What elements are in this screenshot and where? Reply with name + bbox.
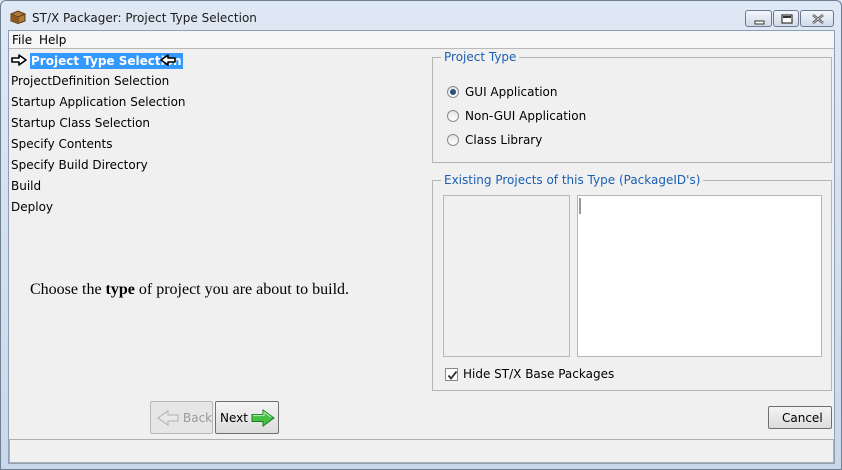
existing-projects-legend: Existing Projects of this Type (PackageI… bbox=[441, 173, 704, 187]
hide-base-packages-label: Hide ST/X Base Packages bbox=[463, 367, 615, 381]
back-button-label: Back bbox=[183, 411, 213, 425]
text-caret bbox=[579, 198, 581, 214]
project-type-legend: Project Type bbox=[441, 50, 520, 64]
arrow-left-icon bbox=[157, 410, 179, 426]
window-title: ST/X Packager: Project Type Selection bbox=[32, 11, 257, 25]
menu-help[interactable]: Help bbox=[39, 33, 66, 47]
step-startup-application-selection[interactable]: Startup Application Selection bbox=[11, 94, 186, 110]
package-list-pane[interactable] bbox=[577, 195, 822, 357]
maximize-button[interactable] bbox=[773, 10, 799, 27]
step-specify-build-directory[interactable]: Specify Build Directory bbox=[11, 157, 148, 173]
arrow-right-icon bbox=[11, 54, 27, 66]
minimize-button[interactable] bbox=[745, 10, 772, 27]
radio-button[interactable] bbox=[447, 86, 459, 98]
project-type-group: Project Type GUI Application Non-GUI App… bbox=[432, 50, 832, 163]
radio-label: Non-GUI Application bbox=[465, 109, 587, 123]
step-specify-contents[interactable]: Specify Contents bbox=[11, 136, 112, 152]
hint-emphasis: type bbox=[105, 281, 135, 298]
close-button[interactable] bbox=[800, 10, 834, 27]
hide-base-packages-checkbox[interactable] bbox=[445, 368, 458, 381]
next-button[interactable]: Next bbox=[215, 401, 279, 434]
client-area: File Help Project Type Selection Project… bbox=[8, 30, 835, 464]
arrow-right-icon bbox=[251, 409, 275, 427]
existing-projects-group: Existing Projects of this Type (PackageI… bbox=[432, 173, 832, 391]
maximize-icon bbox=[781, 14, 793, 24]
package-tree-pane[interactable] bbox=[443, 195, 570, 357]
status-bar bbox=[9, 439, 834, 463]
hint-suffix: of project you are about to build. bbox=[134, 281, 350, 298]
step-build[interactable]: Build bbox=[11, 178, 41, 194]
minimize-icon bbox=[754, 20, 765, 25]
radio-button[interactable] bbox=[447, 110, 459, 122]
close-icon bbox=[812, 14, 824, 24]
next-button-label: Next bbox=[220, 411, 248, 425]
cancel-button[interactable]: Cancel bbox=[768, 406, 832, 429]
arrow-left-icon bbox=[160, 54, 176, 66]
step-project-definition-selection[interactable]: ProjectDefinition Selection bbox=[11, 73, 169, 89]
checkmark-icon bbox=[447, 370, 458, 380]
hint-prefix: Choose the bbox=[30, 281, 106, 298]
radio-button[interactable] bbox=[447, 134, 459, 146]
radio-label: Class Library bbox=[465, 133, 543, 147]
menu-bar: File Help bbox=[9, 31, 834, 49]
menu-file[interactable]: File bbox=[12, 33, 32, 47]
radio-label: GUI Application bbox=[465, 85, 558, 99]
cancel-button-label: Cancel bbox=[782, 411, 823, 425]
step-deploy[interactable]: Deploy bbox=[11, 199, 53, 215]
packager-window: ST/X Packager: Project Type Selection Fi… bbox=[0, 0, 842, 470]
step-startup-class-selection[interactable]: Startup Class Selection bbox=[11, 115, 150, 131]
back-button[interactable]: Back bbox=[150, 401, 213, 434]
step-hint: Choose the type of project you are about… bbox=[30, 281, 349, 299]
title-bar[interactable]: ST/X Packager: Project Type Selection bbox=[1, 1, 841, 31]
package-icon[interactable] bbox=[10, 10, 26, 25]
